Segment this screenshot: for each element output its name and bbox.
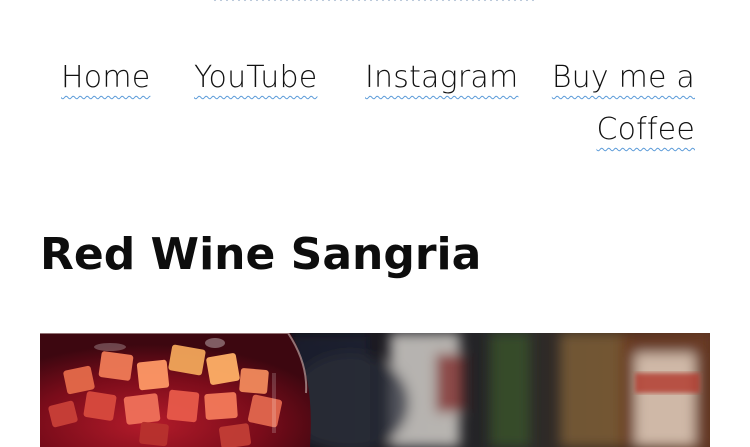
- nav-link-youtube[interactable]: YouTube: [194, 52, 317, 104]
- site-navigation: Home YouTube Instagram Buy me a Coffee: [0, 52, 750, 162]
- sangria-photo: [40, 333, 710, 447]
- nav-link-home[interactable]: Home: [61, 52, 150, 104]
- nav-link-instagram[interactable]: Instagram: [365, 52, 518, 104]
- page-title: Red Wine Sangria: [40, 229, 482, 280]
- top-dotted-divider: [212, 0, 534, 2]
- hero-image-sangria: [40, 333, 710, 447]
- nav-link-buy-me-a-coffee[interactable]: Buy me a Coffee: [550, 52, 695, 156]
- page: Home YouTube Instagram Buy me a Coffee R…: [0, 0, 750, 447]
